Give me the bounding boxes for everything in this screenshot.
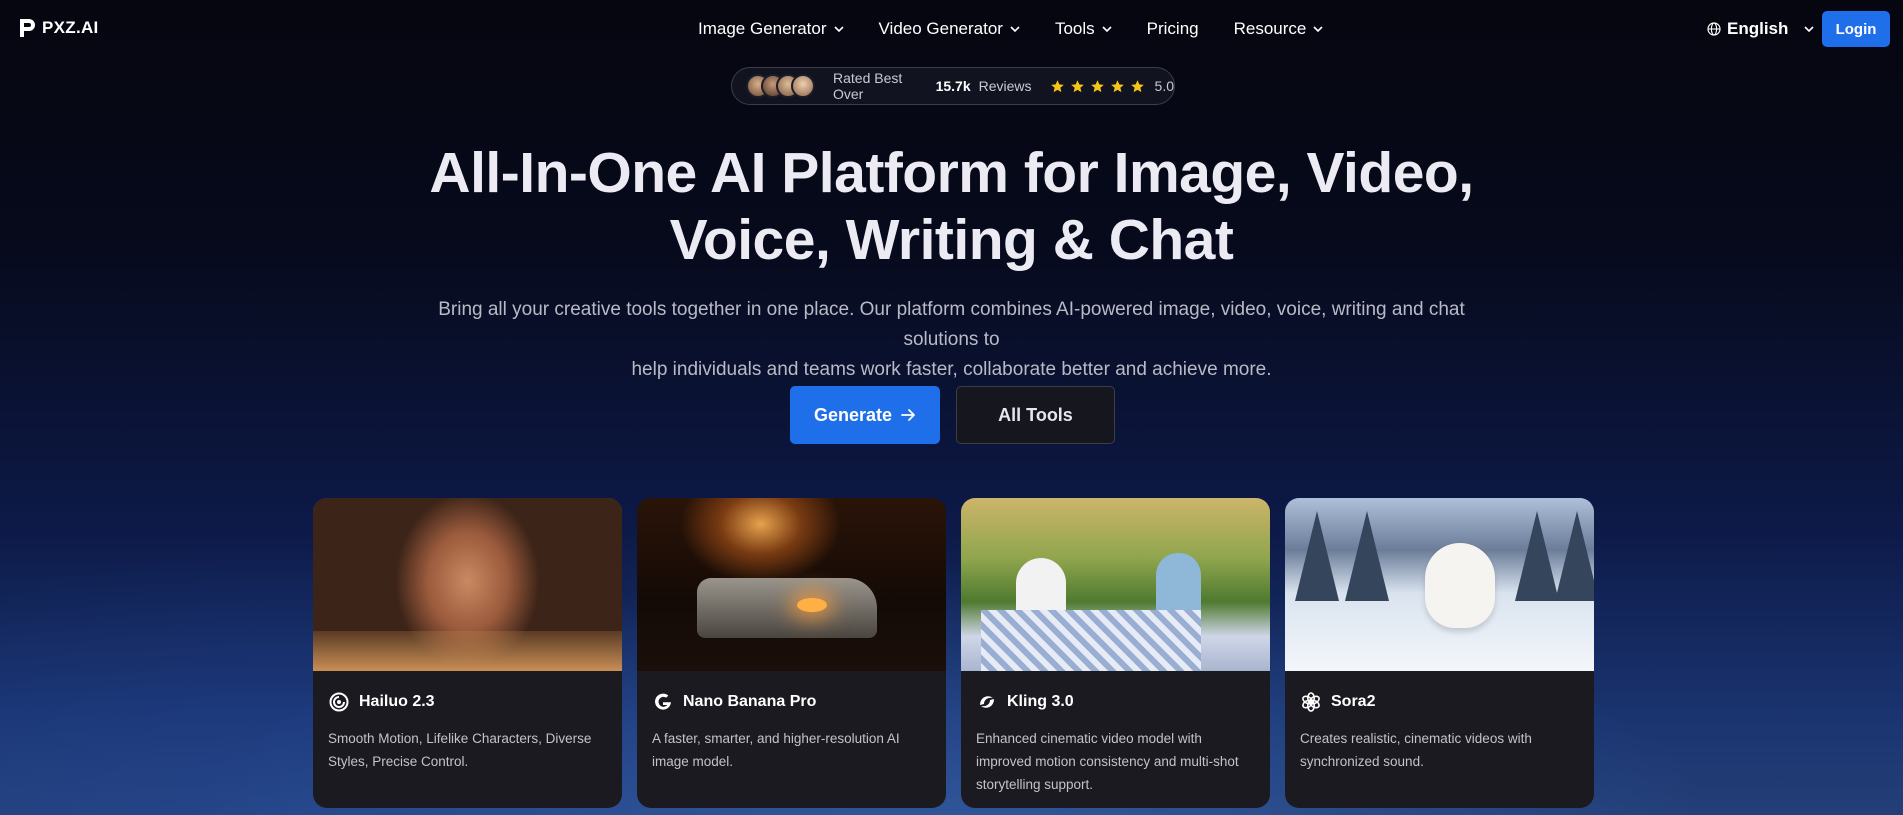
reviewer-avatars xyxy=(746,74,815,98)
hailuo-icon xyxy=(329,692,349,712)
card-kling[interactable]: Kling 3.0 Enhanced cinematic video model… xyxy=(961,498,1270,808)
card-title: Sora2 xyxy=(1331,693,1376,710)
language-selector[interactable]: English xyxy=(1707,19,1814,39)
hero-title: All-In-One AI Platform for Image, Video,… xyxy=(0,140,1903,274)
star-icon xyxy=(1050,79,1064,92)
rating-suffix: Reviews xyxy=(978,78,1032,94)
brand-name: PXZ.AI xyxy=(42,18,99,37)
model-cards: Hailuo 2.3 Smooth Motion, Lifelike Chara… xyxy=(313,498,1594,808)
card-image xyxy=(1285,498,1594,671)
card-description: Enhanced cinematic video model with impr… xyxy=(976,731,1239,792)
nav-item-label: Video Generator xyxy=(878,19,1003,38)
hero-subtitle-line2: help individuals and teams work faster, … xyxy=(631,359,1272,380)
hero-subtitle: Bring all your creative tools together i… xyxy=(400,295,1503,385)
card-image xyxy=(637,498,946,671)
nav-image-generator[interactable]: Image Generator xyxy=(698,19,844,39)
top-navigation: PXZ.AI Image Generator Video Generator T… xyxy=(0,0,1903,58)
globe-icon xyxy=(1707,22,1721,36)
card-description: Smooth Motion, Lifelike Characters, Dive… xyxy=(328,731,592,769)
openai-icon xyxy=(1302,692,1320,712)
language-label: English xyxy=(1727,19,1789,38)
hero-title-line2: Voice, Writing & Chat xyxy=(669,208,1234,272)
chevron-down-icon xyxy=(1804,25,1814,32)
chevron-down-icon xyxy=(833,25,844,32)
all-tools-button[interactable]: All Tools xyxy=(956,386,1115,444)
generate-label: Generate xyxy=(813,404,893,425)
star-icon xyxy=(1110,79,1124,92)
chevron-down-icon xyxy=(1313,25,1323,32)
card-title: Nano Banana Pro xyxy=(683,693,817,710)
nav-item-label: Resource xyxy=(1233,19,1307,38)
card-image xyxy=(313,498,622,671)
nav-item-label: Tools xyxy=(1054,19,1095,38)
nav-pricing[interactable]: Pricing xyxy=(1147,19,1199,39)
star-icon xyxy=(1070,79,1084,92)
main-menu: Image Generator Video Generator Tools Pr… xyxy=(698,19,1323,39)
card-title: Hailuo 2.3 xyxy=(359,693,435,710)
generate-button[interactable]: Generate xyxy=(790,386,940,444)
hero-title-line1: All-In-One AI Platform for Image, Video, xyxy=(429,141,1474,205)
rating-score: 5.0 xyxy=(1154,78,1174,94)
card-sora2[interactable]: Sora2 Creates realistic, cinematic video… xyxy=(1285,498,1594,808)
nav-resource[interactable]: Resource xyxy=(1234,19,1324,39)
star-icon xyxy=(1130,79,1144,92)
nav-tools[interactable]: Tools xyxy=(1055,19,1112,39)
nav-item-label: Pricing xyxy=(1146,19,1199,38)
card-description: A faster, smarter, and higher-resolution… xyxy=(652,731,900,769)
card-nano-banana-pro[interactable]: Nano Banana Pro A faster, smarter, and h… xyxy=(637,498,946,808)
arrow-right-icon xyxy=(901,409,915,421)
avatar xyxy=(791,74,815,98)
card-description: Creates realistic, cinematic videos with… xyxy=(1300,731,1532,769)
brand-logo[interactable]: PXZ.AI xyxy=(18,17,99,39)
google-g-icon xyxy=(655,693,671,710)
pxz-logo-icon xyxy=(20,19,35,37)
login-button[interactable]: Login xyxy=(1822,11,1890,47)
review-count: 15.7k xyxy=(935,78,971,94)
card-image xyxy=(961,498,1270,671)
rating-prefix: Rated Best Over xyxy=(833,70,903,102)
rating-badge: Rated Best Over 15.7k Reviews 5.0 xyxy=(731,67,1175,105)
star-rating xyxy=(1050,79,1145,94)
chevron-down-icon xyxy=(1010,25,1020,32)
card-title: Kling 3.0 xyxy=(1007,693,1074,710)
kling-icon xyxy=(980,696,994,708)
chevron-down-icon xyxy=(1102,25,1112,32)
nav-item-label: Image Generator xyxy=(698,19,827,38)
star-icon xyxy=(1090,79,1104,92)
card-hailuo[interactable]: Hailuo 2.3 Smooth Motion, Lifelike Chara… xyxy=(313,498,622,808)
nav-video-generator[interactable]: Video Generator xyxy=(879,19,1020,39)
hero-subtitle-line1: Bring all your creative tools together i… xyxy=(438,299,1465,350)
